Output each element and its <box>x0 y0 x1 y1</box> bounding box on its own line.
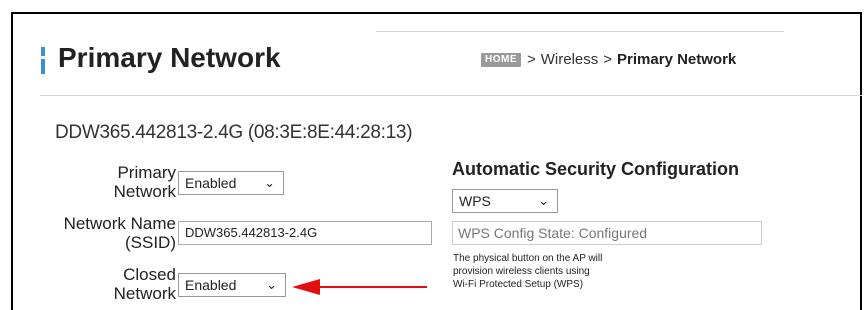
home-link[interactable]: HOME <box>481 52 521 67</box>
wps-note: The physical button on the AP will provi… <box>453 253 603 290</box>
network-name-label: Network Name (SSID) <box>63 214 176 252</box>
breadcrumb: HOME > Wireless > Primary Network <box>481 51 741 68</box>
breadcrumb-item-primary-network: Primary Network <box>617 51 737 68</box>
breadcrumb-separator: > <box>603 51 613 68</box>
breadcrumb-separator: > <box>527 51 536 68</box>
top-divider <box>376 31 784 32</box>
security-heading: Automatic Security Configuration <box>452 159 740 179</box>
chevron-down-icon: ⌄ <box>264 175 275 190</box>
red-arrow-icon <box>292 279 427 295</box>
primary-network-label: Primary Network <box>113 163 176 201</box>
network-name-input[interactable]: DDW365.442813-2.4G <box>178 221 432 245</box>
title-accent-bar <box>41 47 45 74</box>
wps-mode-select[interactable]: WPS ⌄ <box>452 189 558 213</box>
breadcrumb-item-wireless[interactable]: Wireless <box>541 51 599 68</box>
closed-network-select[interactable]: Enabled ⌄ <box>178 273 286 297</box>
wps-mode-value: WPS <box>459 193 491 209</box>
chevron-down-icon: ⌄ <box>266 277 277 292</box>
primary-network-select[interactable]: Enabled ⌄ <box>178 171 284 195</box>
chevron-down-icon: ⌄ <box>538 193 549 208</box>
page-title: Primary Network <box>58 42 281 73</box>
closed-network-value: Enabled <box>185 277 237 293</box>
primary-network-value: Enabled <box>185 175 237 191</box>
wps-state-field: WPS Config State: Configured <box>452 221 762 245</box>
ssid-heading: DDW365.442813-2.4G (08:3E:8E:44:28:13) <box>55 122 413 143</box>
closed-network-label: Closed Network <box>113 265 176 303</box>
header-divider <box>40 95 862 96</box>
